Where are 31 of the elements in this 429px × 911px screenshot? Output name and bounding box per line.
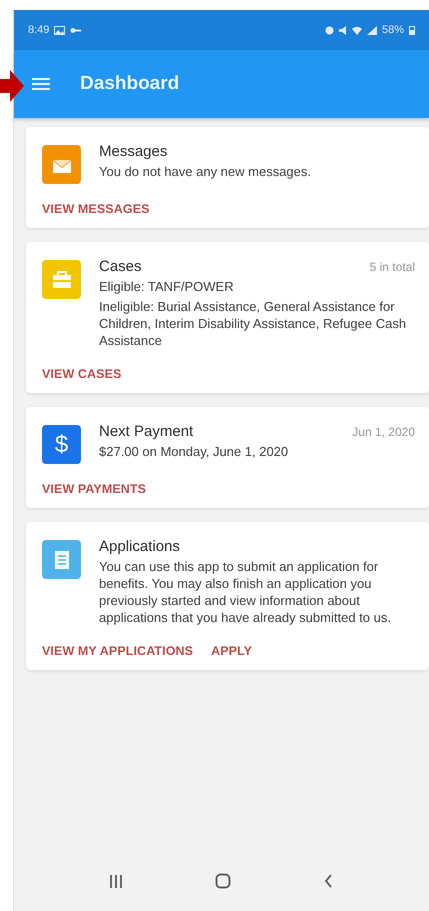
recent-apps-icon (110, 874, 122, 888)
battery-percentage: 58% (382, 24, 404, 36)
card-text: $27.00 on Monday, June 1, 2020 (99, 443, 290, 460)
home-icon (214, 873, 231, 889)
card-meta: 5 in total (370, 260, 415, 274)
card-meta: Jun 1, 2020 (352, 425, 415, 439)
menu-icon (32, 78, 50, 90)
back-icon (324, 874, 333, 888)
dollar-icon: $ (42, 425, 81, 464)
action-button[interactable]: VIEW MY APPLICATIONS (42, 644, 194, 658)
pointer-arrow-icon (0, 70, 24, 102)
key-icon (70, 26, 82, 34)
card-text: You do not have any new messages. (99, 163, 312, 180)
card-text: You can use this app to submit an application for benefits. You may also finish an application you previously started and view information about applications that you have already submitted to us. (99, 558, 392, 626)
card-title: Cases (99, 258, 142, 275)
wifi-icon (352, 26, 362, 34)
battery-icon (409, 25, 415, 35)
action-button[interactable]: VIEW PAYMENTS (42, 482, 146, 496)
signal-icon (366, 26, 377, 34)
image-icon (54, 26, 66, 34)
action-button[interactable]: APPLY (211, 644, 252, 658)
screen-title: Dashboard (80, 73, 180, 95)
card-text: Eligible: TANF/POWER (99, 278, 235, 295)
status-time: 8:49 (28, 24, 50, 36)
menu-button[interactable] (32, 78, 50, 90)
card-title: Messages (99, 143, 168, 160)
card-title: Applications (99, 538, 180, 555)
action-button[interactable]: VIEW MESSAGES (42, 202, 150, 216)
card-text: Ineligible: Burial Assistance, General Assistance for Children, Interim Disability Assistance, Refugee Cash Assistance (99, 298, 408, 349)
action-button[interactable]: VIEW CASES (42, 367, 122, 381)
card-title: Next Payment (99, 423, 194, 440)
